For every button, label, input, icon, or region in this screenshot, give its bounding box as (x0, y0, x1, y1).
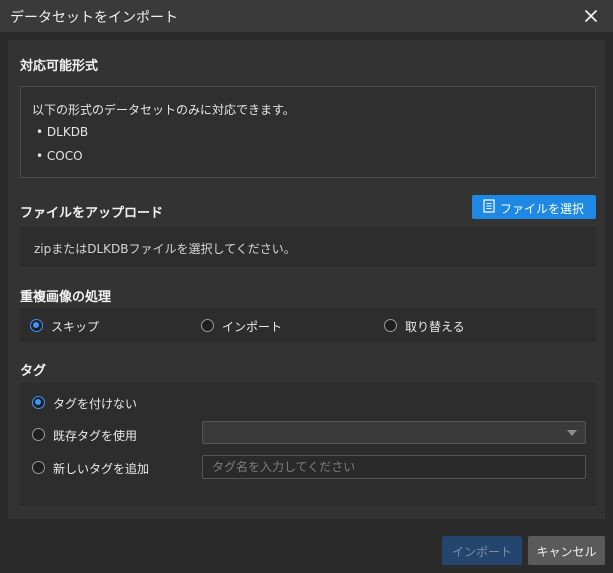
formats-description: 以下の形式のデータセットのみに対応できます。 (32, 103, 295, 117)
close-icon[interactable] (583, 6, 599, 24)
chevron-down-icon[interactable] (567, 430, 577, 436)
radio-new-tag-label: 新しいタグを追加 (53, 462, 150, 476)
radio-skip-circle[interactable] (30, 319, 43, 332)
dialog-title: データセットをインポート (10, 10, 178, 26)
radio-skip-label: スキップ (51, 320, 100, 334)
formats-heading: 対応可能形式 (20, 59, 99, 74)
duplicates-options: スキップ インポート 取り替える (20, 308, 596, 342)
duplicates-heading: 重複画像の処理 (20, 290, 112, 305)
import-button[interactable]: インポート (442, 536, 522, 565)
dialog-footer: インポート キャンセル (0, 527, 613, 573)
tags-options: タグを付けない 既存タグを使用 新しいタグを追加 (20, 383, 596, 506)
select-file-button[interactable]: ファイルを選択 (472, 195, 596, 219)
existing-tag-select[interactable] (202, 421, 586, 444)
import-button-label: インポート (451, 545, 512, 559)
format-item-dlkdb: • DLKDB (36, 125, 89, 139)
dialog-titlebar: データセットをインポート (0, 0, 613, 32)
radio-no-tag-circle[interactable] (32, 396, 45, 409)
radio-no-tag-label: タグを付けない (53, 397, 138, 411)
radio-replace-label: 取り替える (405, 320, 465, 334)
tags-heading: タグ (20, 364, 47, 379)
radio-existing-tag-circle[interactable] (32, 428, 45, 441)
format-item-coco: • COCO (36, 149, 83, 163)
upload-dropzone[interactable]: zipまたはDLKDBファイルを選択してください。 (20, 227, 596, 267)
formats-box: 以下の形式のデータセットのみに対応できます。 • DLKDB • COCO (20, 86, 596, 178)
radio-existing-tag-label: 既存タグを使用 (53, 429, 138, 443)
upload-heading: ファイルをアップロード (20, 206, 164, 221)
cancel-button[interactable]: キャンセル (528, 536, 605, 565)
select-file-label: ファイルを選択 (500, 202, 585, 216)
radio-import-label: インポート (222, 320, 283, 334)
radio-new-tag-circle[interactable] (32, 461, 45, 474)
radio-import-circle[interactable] (201, 319, 214, 332)
file-icon (483, 199, 495, 216)
cancel-button-label: キャンセル (536, 545, 597, 559)
radio-replace-circle[interactable] (384, 319, 397, 332)
upload-hint: zipまたはDLKDBファイルを選択してください。 (34, 242, 296, 256)
new-tag-input[interactable] (202, 455, 586, 479)
dialog-body: 対応可能形式 以下の形式のデータセットのみに対応できます。 • DLKDB • … (8, 40, 605, 519)
